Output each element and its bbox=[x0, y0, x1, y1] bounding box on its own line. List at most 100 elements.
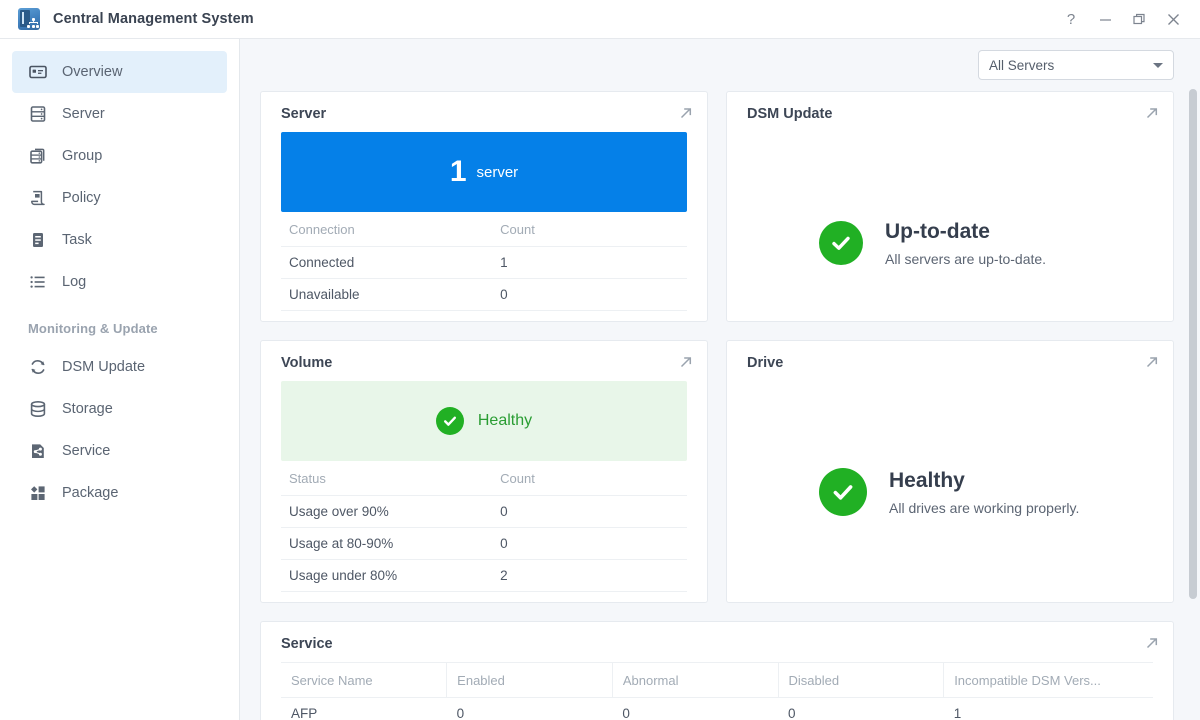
connection-label: Unavailable bbox=[281, 279, 492, 311]
column-header-count: Count bbox=[492, 212, 687, 247]
server-count-unit: server bbox=[477, 164, 519, 181]
task-list-icon bbox=[28, 230, 48, 250]
minimize-button[interactable] bbox=[1088, 0, 1122, 39]
chevron-down-icon bbox=[1153, 63, 1163, 68]
sidebar-item-dsm-update[interactable]: DSM Update bbox=[12, 346, 227, 388]
column-header-enabled: Enabled bbox=[447, 663, 613, 698]
sidebar-item-storage[interactable]: Storage bbox=[12, 388, 227, 430]
sidebar-item-label: Overview bbox=[62, 65, 122, 80]
expand-arrow-icon[interactable] bbox=[1145, 355, 1159, 369]
dsm-update-description: All servers are up-to-date. bbox=[885, 251, 1046, 267]
table-row: Usage over 90% 0 bbox=[281, 496, 687, 528]
sidebar-item-policy[interactable]: Policy bbox=[12, 177, 227, 219]
server-count-value: 1 bbox=[450, 157, 467, 187]
server-count-banner: 1 server bbox=[281, 132, 687, 212]
window-title: Central Management System bbox=[53, 11, 254, 27]
server-card: Server 1 server Connection Count bbox=[260, 91, 708, 322]
volume-card: Volume Healthy bbox=[260, 340, 708, 603]
green-check-icon bbox=[436, 407, 464, 435]
service-card: Service Service Name Enabled bbox=[260, 621, 1174, 720]
sidebar-item-log[interactable]: Log bbox=[12, 261, 227, 303]
table-header-row: Status Count bbox=[281, 461, 687, 496]
sidebar-item-group[interactable]: Group bbox=[12, 135, 227, 177]
card-title: Server bbox=[281, 106, 687, 122]
service-enabled: 0 bbox=[447, 698, 613, 720]
sidebar-item-server[interactable]: Server bbox=[12, 93, 227, 135]
sidebar: Overview Server bbox=[0, 39, 240, 720]
table-row: Unavailable 0 bbox=[281, 279, 687, 311]
drive-status-text: Healthy bbox=[889, 468, 1079, 493]
window-controls: ? bbox=[1054, 0, 1190, 39]
server-connection-table: Connection Count Connected 1 Unavailable… bbox=[281, 212, 687, 311]
question-mark-icon: ? bbox=[1067, 11, 1075, 28]
service-incompatible: 1 bbox=[944, 698, 1153, 720]
volume-status-label: Usage over 90% bbox=[281, 496, 492, 528]
sidebar-item-label: Package bbox=[62, 486, 118, 501]
drive-description: All drives are working properly. bbox=[889, 500, 1079, 516]
server-rack-icon bbox=[28, 104, 48, 124]
table-header-row: Service Name Enabled Abnormal Disabled I… bbox=[281, 663, 1153, 698]
sidebar-item-label: Group bbox=[62, 149, 102, 164]
dsm-update-card: DSM Update Up-to-date All bbox=[726, 91, 1174, 322]
card-title: Service bbox=[281, 636, 1153, 652]
table-row: Usage at 80-90% 0 bbox=[281, 528, 687, 560]
table-header-row: Connection Count bbox=[281, 212, 687, 247]
help-button[interactable]: ? bbox=[1054, 0, 1088, 39]
service-share-icon bbox=[28, 441, 48, 461]
column-header-incompatible: Incompatible DSM Vers... bbox=[944, 663, 1153, 698]
volume-status-count: 2 bbox=[492, 560, 687, 592]
sidebar-item-label: Server bbox=[62, 107, 105, 122]
green-check-icon bbox=[819, 221, 863, 265]
close-button[interactable] bbox=[1156, 0, 1190, 39]
log-list-icon bbox=[28, 272, 48, 292]
scrollbar-thumb[interactable] bbox=[1189, 89, 1197, 599]
connection-label: Connected bbox=[281, 247, 492, 279]
sidebar-item-label: Policy bbox=[62, 191, 101, 206]
volume-status-label: Usage under 80% bbox=[281, 560, 492, 592]
card-title: Drive bbox=[747, 355, 1153, 371]
drive-status: Healthy All drives are working properly. bbox=[747, 381, 1153, 557]
expand-arrow-icon[interactable] bbox=[679, 355, 693, 369]
sidebar-item-task[interactable]: Task bbox=[12, 219, 227, 261]
expand-arrow-icon[interactable] bbox=[679, 106, 693, 120]
column-header-disabled: Disabled bbox=[778, 663, 944, 698]
content-toolbar: All Servers bbox=[240, 39, 1200, 91]
sidebar-item-label: Task bbox=[62, 233, 92, 248]
column-header-count: Count bbox=[492, 461, 687, 496]
volume-status-count: 0 bbox=[492, 528, 687, 560]
dsm-update-status-text: Up-to-date bbox=[885, 219, 1046, 244]
column-header-service-name: Service Name bbox=[281, 663, 447, 698]
green-check-icon bbox=[819, 468, 867, 516]
card-title: Volume bbox=[281, 355, 687, 371]
server-filter-dropdown[interactable]: All Servers bbox=[978, 50, 1174, 80]
service-disabled: 0 bbox=[778, 698, 944, 720]
expand-arrow-icon[interactable] bbox=[1145, 636, 1159, 650]
storage-database-icon bbox=[28, 399, 48, 419]
server-filter-value: All Servers bbox=[989, 58, 1054, 73]
sidebar-item-label: Service bbox=[62, 444, 110, 459]
dashboard-grid: Server 1 server Connection Count bbox=[240, 91, 1200, 720]
policy-scroll-icon bbox=[28, 188, 48, 208]
sidebar-item-label: Storage bbox=[62, 402, 113, 417]
sidebar-section-header: Monitoring & Update bbox=[0, 303, 239, 346]
card-title: DSM Update bbox=[747, 106, 1153, 122]
volume-status-table: Status Count Usage over 90% 0 Usage at 8… bbox=[281, 461, 687, 592]
restore-button[interactable] bbox=[1122, 0, 1156, 39]
service-table: Service Name Enabled Abnormal Disabled I… bbox=[281, 662, 1153, 720]
drive-card: Drive Healthy All drives a bbox=[726, 340, 1174, 603]
volume-status-label: Usage at 80-90% bbox=[281, 528, 492, 560]
connection-count: 1 bbox=[492, 247, 687, 279]
package-grid-icon bbox=[28, 483, 48, 503]
service-name: AFP bbox=[281, 698, 447, 720]
volume-status-count: 0 bbox=[492, 496, 687, 528]
sidebar-item-service[interactable]: Service bbox=[12, 430, 227, 472]
content-scrollbar[interactable] bbox=[1189, 89, 1197, 599]
sidebar-item-package[interactable]: Package bbox=[12, 472, 227, 514]
dsm-update-status: Up-to-date All servers are up-to-date. bbox=[747, 132, 1153, 308]
column-header-status: Status bbox=[281, 461, 492, 496]
column-header-connection: Connection bbox=[281, 212, 492, 247]
main-content: All Servers Server 1 server bbox=[240, 39, 1200, 720]
expand-arrow-icon[interactable] bbox=[1145, 106, 1159, 120]
cms-server-network-icon bbox=[18, 8, 40, 30]
sidebar-item-overview[interactable]: Overview bbox=[12, 51, 227, 93]
